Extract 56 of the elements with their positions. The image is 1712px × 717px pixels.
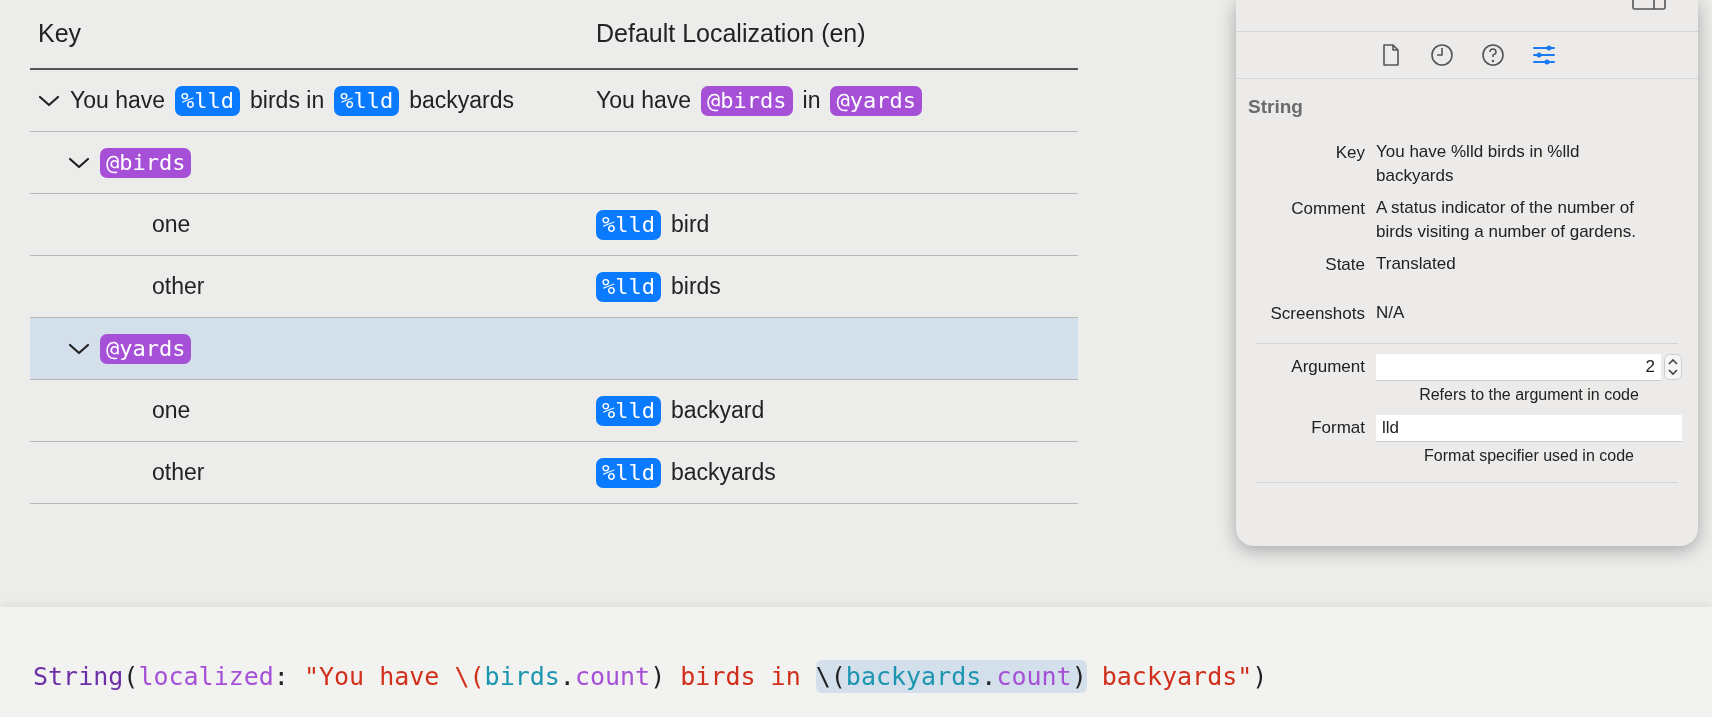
input-field[interactable]: 2 <box>1376 353 1661 381</box>
column-header[interactable]: Default Localization (en) <box>592 15 866 53</box>
stepper-icon[interactable] <box>1664 354 1682 380</box>
chevron-icon[interactable] <box>68 155 90 170</box>
code-text: String(localized: "You have \(birds.count) birds in <box>33 662 802 692</box>
cell-text: other <box>152 272 205 302</box>
placeholder-token: %lld <box>596 457 661 488</box>
cell-text: birds <box>671 272 721 302</box>
field-label: State <box>1324 253 1365 276</box>
column-header[interactable]: Key <box>30 15 592 53</box>
placeholder-token: @birds <box>100 147 192 178</box>
cell-text: backyards <box>409 86 515 116</box>
placeholder-token: %lld <box>175 85 241 116</box>
cell-text: in <box>802 86 821 116</box>
placeholder-token: %lld <box>596 209 661 240</box>
input-field[interactable]: lld <box>1376 414 1682 442</box>
chevron-icon[interactable] <box>68 341 90 356</box>
table-row[interactable]: @yards <box>30 318 1078 380</box>
highlighted-expression[interactable]: \(backyards.count) <box>815 660 1087 694</box>
cell-text: You have <box>596 86 692 116</box>
table-row[interactable]: @birds <box>30 132 1078 194</box>
table-row[interactable]: You have %lld birds in %lld backyards You have @birds in @yards <box>30 70 1078 132</box>
cell-text: You have <box>70 86 166 116</box>
table-row[interactable]: one %lld backyard <box>30 380 1078 442</box>
cell-text: other <box>152 458 205 488</box>
field-hint: Refers to the argument in code <box>1418 384 1640 405</box>
placeholder-token: %lld <box>596 271 661 302</box>
field-hint: Format specifier used in code <box>1423 445 1635 466</box>
field-value: Translated <box>1376 252 1457 275</box>
field-label: Comment <box>1290 197 1365 220</box>
help-icon[interactable] <box>1479 42 1506 68</box>
field-label: Key <box>1334 141 1365 164</box>
table-row[interactable]: other %lld backyards <box>30 442 1078 504</box>
code-text: backyards") <box>1100 662 1268 692</box>
field-label: Format <box>1310 417 1365 440</box>
cell-text: backyard <box>671 396 765 426</box>
panel-icon[interactable] <box>1632 0 1666 10</box>
section-title: String <box>1247 95 1304 119</box>
placeholder-token: %lld <box>596 395 661 426</box>
placeholder-token: %lld <box>334 85 400 116</box>
placeholder-token: @birds <box>701 85 793 116</box>
chevron-icon[interactable] <box>38 93 60 108</box>
cell-text: birds in <box>250 86 325 116</box>
field-label: Screenshots <box>1269 303 1365 325</box>
cell-text: backyards <box>671 458 776 488</box>
placeholder-token: @yards <box>100 333 192 364</box>
cell-text: one <box>152 396 191 426</box>
table-row[interactable]: one %lld bird <box>30 194 1078 256</box>
field-value: A status indicator of the number of birds visiting a number of gardens. <box>1376 196 1637 243</box>
field-value: N/A <box>1376 302 1406 324</box>
cell-text: one <box>152 210 191 240</box>
clock-icon[interactable] <box>1428 42 1455 68</box>
field-value: You have %lld birds in %lld backyards <box>1376 140 1581 187</box>
placeholder-token: @yards <box>830 85 922 116</box>
field-label: Argument <box>1290 356 1365 379</box>
cell-text: bird <box>671 210 710 240</box>
